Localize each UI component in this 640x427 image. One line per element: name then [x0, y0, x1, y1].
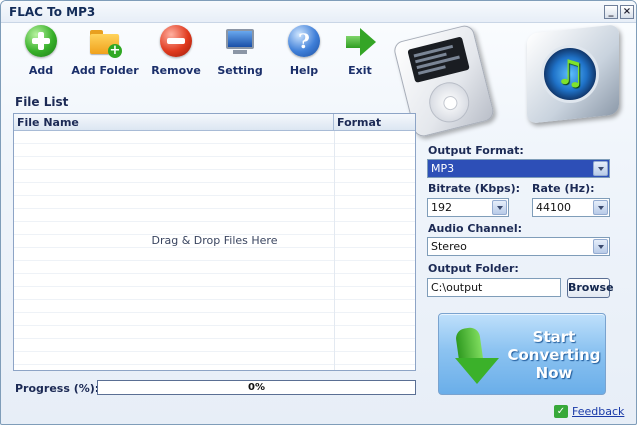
file-list-table[interactable]: File Name Format Drag & Drop Files Here [13, 113, 416, 371]
add-folder-button[interactable]: + Add Folder [70, 25, 140, 77]
progress-bar: 0% [97, 380, 416, 395]
column-header-file-name[interactable]: File Name [14, 114, 334, 131]
audio-channel-value: Stereo [431, 240, 467, 253]
table-header: File Name Format [14, 114, 415, 131]
add-folder-icon: + [88, 25, 122, 59]
rate-value: 44100 [536, 201, 571, 214]
bitrate-value: 192 [431, 201, 452, 214]
exit-arrow-icon [343, 25, 377, 59]
rate-select[interactable]: 44100 [532, 198, 610, 217]
chevron-down-icon[interactable] [593, 200, 608, 215]
remove-button[interactable]: Remove [141, 25, 211, 77]
output-folder-input[interactable]: C:\output [427, 278, 561, 297]
help-icon: ? [288, 25, 320, 57]
title-bar: FLAC To MP3 _ × [1, 1, 636, 23]
progress-value: 0% [248, 382, 265, 393]
audio-channel-select[interactable]: Stereo [427, 237, 610, 256]
close-button[interactable]: × [620, 5, 634, 19]
browse-button[interactable]: Browse [567, 278, 614, 298]
chevron-down-icon[interactable] [593, 239, 608, 254]
add-label: Add [28, 64, 54, 77]
add-button[interactable]: Add [6, 25, 76, 77]
start-converting-button[interactable]: Start Converting Now [438, 313, 606, 395]
output-format-label: Output Format: [428, 144, 524, 157]
bitrate-select[interactable]: 192 [427, 198, 509, 217]
app-window: FLAC To MP3 _ × Add + Add Folder Remove … [0, 0, 637, 425]
start-converting-label: Start Converting Now [507, 328, 601, 382]
minimize-button[interactable]: _ [604, 5, 618, 19]
chevron-down-icon[interactable] [593, 161, 608, 176]
output-format-value: MP3 [431, 162, 455, 175]
monitor-icon [223, 25, 257, 59]
feedback-link[interactable]: ✓ Feedback [554, 405, 624, 418]
add-folder-label: Add Folder [71, 64, 139, 77]
app-logo-music-icon: ♫ [519, 24, 627, 125]
bitrate-label: Bitrate (Kbps): [428, 182, 521, 195]
remove-icon [160, 25, 192, 57]
remove-label: Remove [151, 64, 201, 77]
feedback-check-icon: ✓ [554, 405, 568, 418]
output-format-select[interactable]: MP3 [427, 159, 610, 178]
window-title: FLAC To MP3 [9, 5, 96, 19]
setting-label: Setting [217, 64, 263, 77]
chevron-down-icon[interactable] [492, 200, 507, 215]
file-rows [14, 131, 415, 370]
column-header-format[interactable]: Format [334, 114, 415, 131]
drop-hint: Drag & Drop Files Here [151, 234, 278, 247]
exit-button[interactable]: Exit [325, 25, 395, 77]
audio-channel-label: Audio Channel: [428, 222, 522, 235]
file-list-title: File List [15, 95, 69, 109]
rate-label: Rate (Hz): [532, 182, 595, 195]
feedback-label: Feedback [572, 405, 625, 418]
setting-button[interactable]: Setting [205, 25, 275, 77]
progress-label: Progress (%): [15, 382, 100, 395]
start-arrow-icon [453, 324, 505, 388]
add-icon [25, 25, 57, 57]
output-folder-label: Output Folder: [428, 262, 519, 275]
exit-label: Exit [348, 64, 372, 77]
